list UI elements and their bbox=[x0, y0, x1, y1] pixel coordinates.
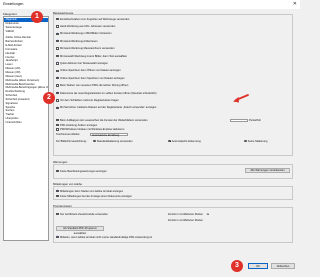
annotation-arrow bbox=[233, 94, 249, 103]
preferences-window: Einstellungen ✕ Kategorien: Allgemein Dok… bbox=[0, 0, 300, 277]
annotation-badge-2: 2 bbox=[43, 92, 55, 104]
annotation-badge-1: 1 bbox=[31, 11, 43, 23]
annotation-badge-3: 3 bbox=[231, 260, 243, 272]
arrow-head bbox=[233, 97, 239, 103]
